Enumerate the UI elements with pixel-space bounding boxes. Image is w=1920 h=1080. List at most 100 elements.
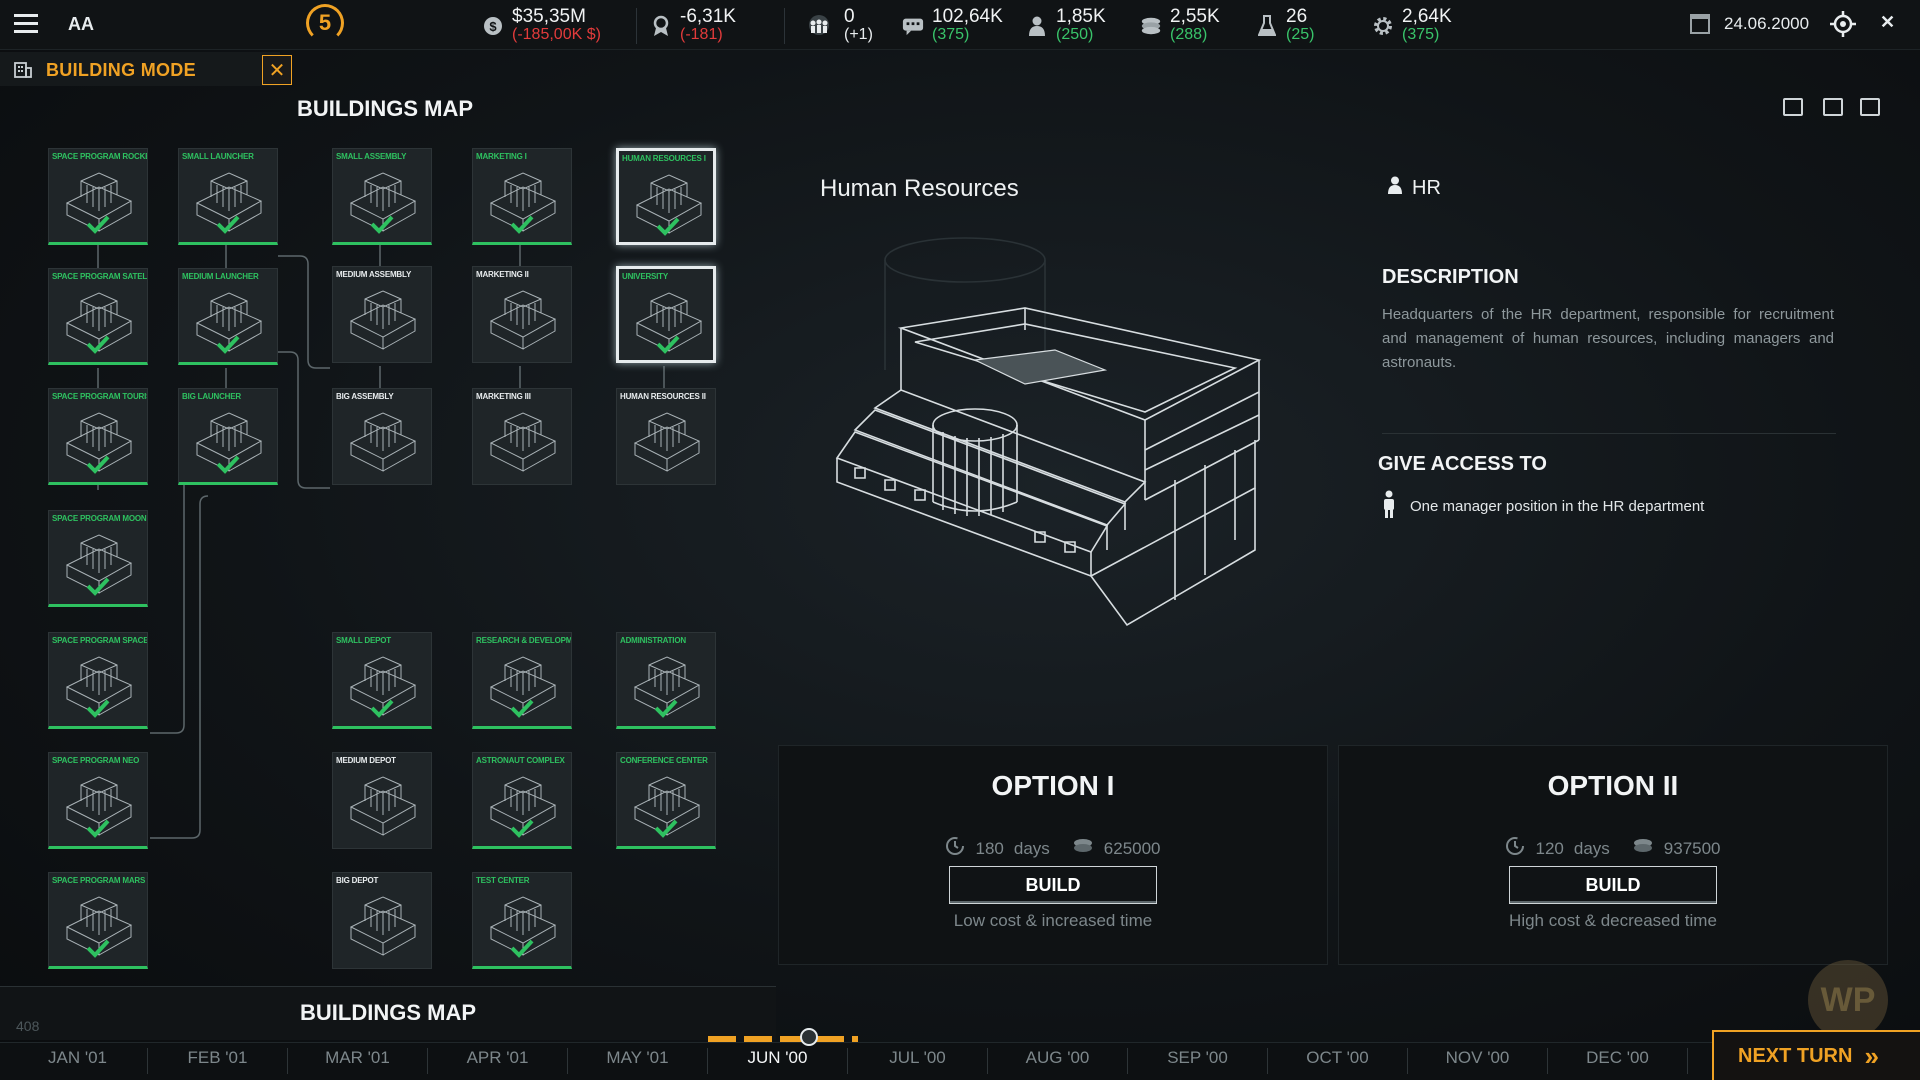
option-cost: 625000 xyxy=(1103,838,1161,858)
building-card[interactable]: MEDIUM DEPOT xyxy=(332,752,432,849)
building-card-label: CONFERENCE CENTER xyxy=(620,756,708,765)
timeline-month[interactable]: OCT '00 xyxy=(1268,1048,1408,1074)
checkmark-icon xyxy=(369,697,395,719)
building-card[interactable]: HUMAN RESOURCES II xyxy=(616,388,716,485)
building-card[interactable]: MEDIUM ASSEMBLY xyxy=(332,266,432,363)
bottom-counter: 408 xyxy=(16,1018,40,1034)
access-heading: GIVE ACCESS TO xyxy=(1378,453,1547,475)
menu-icon[interactable] xyxy=(14,14,38,34)
timeline-month[interactable]: JUN '00 xyxy=(708,1048,848,1074)
building-card[interactable]: SPACE PROGRAM SPACE STATION xyxy=(48,632,148,729)
coins-icon xyxy=(1072,838,1094,859)
restore-icon[interactable] xyxy=(1823,98,1843,116)
next-turn-button[interactable]: NEXT TURN » xyxy=(1712,1030,1920,1080)
checkmark-icon xyxy=(85,817,111,839)
production-value: 2,64K xyxy=(1402,6,1452,27)
building-card[interactable]: SMALL ASSEMBLY xyxy=(332,148,432,245)
speed-icon[interactable]: ✕ xyxy=(1880,12,1895,33)
close-building-mode-button[interactable]: ✕ xyxy=(262,55,292,85)
build-option-2-button[interactable]: BUILD xyxy=(1509,866,1717,904)
top-resource-bar: AA 5 $ $35,35M (-185,00K $) -6,31K (-181) … xyxy=(0,0,1920,50)
building-card[interactable]: SMALL DEPOT xyxy=(332,632,432,729)
building-card[interactable]: SPACE PROGRAM NEO xyxy=(48,752,148,849)
building-card[interactable]: SPACE PROGRAM ROCKETS xyxy=(48,148,148,245)
crosshair-icon[interactable] xyxy=(1830,11,1856,37)
building-card[interactable]: UNIVERSITY xyxy=(616,266,716,363)
option-1-card: OPTION I 180 days 625000 BUILD Low cost … xyxy=(778,745,1328,965)
building-card[interactable]: BIG DEPOT xyxy=(332,872,432,969)
building-card-label: MARKETING II xyxy=(476,270,529,279)
building-card[interactable]: TEST CENTER xyxy=(472,872,572,969)
building-card[interactable]: SPACE PROGRAM MARS xyxy=(48,872,148,969)
timeline-month[interactable]: AUG '00 xyxy=(988,1048,1128,1074)
building-card[interactable]: MARKETING I xyxy=(472,148,572,245)
checkmark-icon xyxy=(509,697,535,719)
option-stats: 120 days 937500 xyxy=(1339,836,1887,861)
option-days-unit: days xyxy=(1573,838,1610,858)
timeline-month[interactable]: MAR '01 xyxy=(288,1048,428,1074)
maximize-icon[interactable] xyxy=(1860,98,1880,116)
timeline-marker-icon[interactable] xyxy=(800,1028,818,1046)
timeline-month[interactable]: SEP '00 xyxy=(1128,1048,1268,1074)
checkmark-icon xyxy=(85,453,111,475)
timeline-month[interactable]: APR '01 xyxy=(428,1048,568,1074)
checkmark-icon xyxy=(85,213,111,235)
building-card[interactable]: SPACE PROGRAM MOON xyxy=(48,510,148,607)
building-preview-image xyxy=(835,237,1262,627)
checkmark-icon xyxy=(369,213,395,235)
science-value: 26 xyxy=(1286,6,1308,27)
chat-delta: (375) xyxy=(932,26,970,43)
building-card[interactable]: RESEARCH & DEVELOPMENT xyxy=(472,632,572,729)
chat-stat: 102,64K (375) xyxy=(902,6,1003,46)
build-option-1-button[interactable]: BUILD xyxy=(949,866,1157,904)
checkmark-icon xyxy=(215,213,241,235)
building-card[interactable]: MARKETING II xyxy=(472,266,572,363)
building-card[interactable]: CONFERENCE CENTER xyxy=(616,752,716,849)
access-item-label: One manager position in the HR departmen… xyxy=(1410,497,1705,515)
checkmark-icon xyxy=(653,817,679,839)
option-title: OPTION I xyxy=(991,770,1115,801)
building-card[interactable]: ASTRONAUT COMPLEX xyxy=(472,752,572,849)
building-card[interactable]: SPACE PROGRAM SATELITE xyxy=(48,268,148,365)
building-category: HR xyxy=(1388,176,1441,200)
watermark-logo: WP xyxy=(1808,960,1888,1040)
current-month-indicator xyxy=(708,1036,858,1042)
production-delta: (375) xyxy=(1402,26,1440,43)
building-card[interactable]: ADMINISTRATION xyxy=(616,632,716,729)
calendar-icon[interactable] xyxy=(1690,14,1710,34)
science-delta: (25) xyxy=(1286,26,1315,43)
timeline-month[interactable]: DEC '00 xyxy=(1548,1048,1688,1074)
building-card[interactable]: SPACE PROGRAM TOURISM xyxy=(48,388,148,485)
building-card-label: UNIVERSITY xyxy=(622,272,669,281)
coins-icon xyxy=(1632,838,1654,859)
option-days-unit: days xyxy=(1013,838,1050,858)
timeline-month[interactable]: NOV '00 xyxy=(1408,1048,1548,1074)
minimize-icon[interactable] xyxy=(1783,98,1803,116)
chat-icon xyxy=(902,15,924,37)
building-card-label: SPACE PROGRAM NEO xyxy=(52,756,140,765)
timeline-month[interactable]: FEB '01 xyxy=(148,1048,288,1074)
option-note: Low cost & increased time xyxy=(953,911,1153,930)
timeline-month[interactable]: JUL '00 xyxy=(848,1048,988,1074)
building-card[interactable]: SMALL LAUNCHER xyxy=(178,148,278,245)
reputation-delta: (-181) xyxy=(680,26,723,43)
building-card-label: BIG LAUNCHER xyxy=(182,392,241,401)
building-card[interactable]: HUMAN RESOURCES I xyxy=(616,148,716,245)
building-card-label: HUMAN RESOURCES II xyxy=(620,392,706,401)
timeline-month[interactable]: JAN '01 xyxy=(8,1048,148,1074)
timeline-month[interactable]: MAY '01 xyxy=(568,1048,708,1074)
coins-delta: (288) xyxy=(1170,26,1208,43)
building-icon xyxy=(14,60,32,78)
next-turn-label: NEXT TURN xyxy=(1738,1044,1853,1067)
building-card[interactable]: MARKETING III xyxy=(472,388,572,485)
building-card-label: SPACE PROGRAM ROCKETS xyxy=(52,152,147,161)
building-card[interactable]: BIG ASSEMBLY xyxy=(332,388,432,485)
chevron-right-icon: » xyxy=(1864,1040,1879,1071)
building-card-label: MEDIUM ASSEMBLY xyxy=(336,270,412,279)
turn-counter: 5 xyxy=(306,4,344,42)
building-card-label: MEDIUM DEPOT xyxy=(336,756,396,765)
building-card[interactable]: MEDIUM LAUNCHER xyxy=(178,268,278,365)
building-card[interactable]: BIG LAUNCHER xyxy=(178,388,278,485)
person-icon xyxy=(1388,176,1402,200)
player-initials[interactable]: AA xyxy=(68,14,94,35)
